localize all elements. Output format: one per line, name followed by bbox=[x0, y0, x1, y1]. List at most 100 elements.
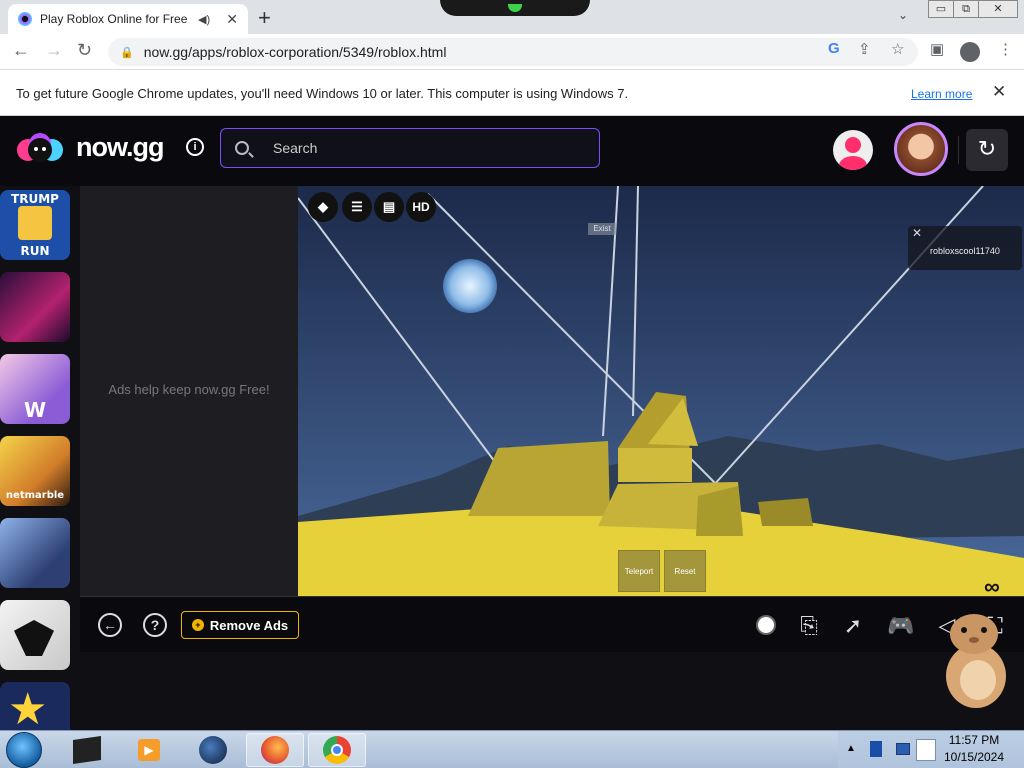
exist-chip: Exist bbox=[588, 223, 616, 235]
game-tile-warrior[interactable] bbox=[0, 518, 70, 588]
page-background bbox=[80, 652, 1024, 730]
cursor-settings-icon[interactable]: ➚ bbox=[838, 611, 868, 641]
ninja-silhouette-icon bbox=[14, 620, 54, 656]
action-center-icon[interactable] bbox=[916, 739, 936, 761]
remove-ads-button[interactable]: + Remove Ads bbox=[181, 611, 299, 639]
search-icon bbox=[235, 141, 249, 155]
teleport-button[interactable]: Teleport bbox=[618, 550, 660, 592]
remove-ads-label: Remove Ads bbox=[209, 617, 289, 633]
ad-message: Ads help keep now.gg Free! bbox=[108, 382, 270, 397]
user-silhouette-icon bbox=[839, 137, 867, 170]
profile-avatar[interactable] bbox=[894, 122, 948, 176]
google-g-icon[interactable]: G bbox=[828, 40, 840, 57]
tab-close-icon[interactable]: ✕ bbox=[226, 11, 238, 28]
reset-button[interactable]: Reset bbox=[664, 550, 706, 592]
header-divider bbox=[958, 136, 959, 164]
taskbar-app-media[interactable] bbox=[58, 733, 116, 767]
player-list-close-icon[interactable]: ✕ bbox=[912, 226, 922, 240]
url-text[interactable]: now.gg/apps/roblox-corporation/5349/robl… bbox=[144, 44, 447, 60]
hd-button[interactable]: HD bbox=[406, 192, 436, 222]
search-box[interactable] bbox=[220, 128, 600, 168]
game-viewport[interactable]: ◆ ☰ ▤ HD Exist ✕ robloxscool11740 Telepo… bbox=[298, 186, 1024, 596]
tray-expand-icon[interactable]: ▲ bbox=[846, 743, 856, 754]
help-icon[interactable]: ? bbox=[143, 613, 167, 637]
learn-more-link[interactable]: Learn more bbox=[911, 87, 972, 101]
minimize-button[interactable]: ▭ bbox=[928, 0, 954, 18]
share-icon[interactable]: ⇪ bbox=[858, 40, 871, 58]
game-tile-trump-run[interactable]: TRUMP RUN bbox=[0, 190, 70, 260]
chat-icon[interactable]: ▤ bbox=[374, 192, 404, 222]
w-badge: W bbox=[23, 398, 47, 422]
search-input[interactable] bbox=[273, 140, 573, 156]
roblox-menu-button[interactable]: ◆ bbox=[308, 192, 338, 222]
now-gg-header: now.gg i ↻ bbox=[0, 116, 1024, 186]
hamburger-menu-icon[interactable]: ☰ bbox=[342, 192, 372, 222]
game-tile-anime-girl[interactable] bbox=[0, 272, 70, 342]
firefox-icon bbox=[261, 736, 289, 764]
browser-tab-strip: Play Roblox Online for Free o ◀) ✕ + ⌄ ▭… bbox=[0, 0, 1024, 34]
profile-icon[interactable] bbox=[960, 42, 980, 62]
hamster-sticker-icon bbox=[946, 614, 1006, 708]
taskbar-app-firefox[interactable] bbox=[246, 733, 304, 767]
ad-panel: Ads help keep now.gg Free! bbox=[80, 186, 298, 596]
now-gg-logo-icon[interactable] bbox=[16, 130, 64, 166]
player-list: ✕ robloxscool11740 bbox=[908, 226, 1022, 270]
netmarble-label: netmarble bbox=[5, 490, 65, 501]
gamepad-icon[interactable]: 🎮 bbox=[886, 611, 916, 641]
clock-date[interactable]: 10/15/2024 bbox=[940, 750, 1008, 764]
close-window-button[interactable]: ✕ bbox=[978, 0, 1018, 18]
media-player-icon: ▶ bbox=[138, 739, 160, 761]
address-row: ← → ↻ 🔒 now.gg/apps/roblox-corporation/5… bbox=[0, 34, 1024, 70]
new-tab-button[interactable]: + bbox=[258, 5, 271, 31]
refresh-button[interactable]: ↻ bbox=[966, 129, 1008, 171]
network-icon[interactable] bbox=[896, 743, 910, 755]
windows-taskbar: ▶ ▲ bbox=[0, 730, 1024, 768]
top-notch bbox=[440, 0, 590, 16]
trump-character-icon bbox=[18, 206, 52, 240]
clock-time[interactable]: 11:57 PM bbox=[944, 733, 1004, 747]
taskbar-app-globe[interactable] bbox=[184, 733, 242, 767]
now-gg-favicon-icon bbox=[18, 12, 32, 26]
side-panel-icon[interactable]: ▣ bbox=[930, 40, 944, 58]
game-tile-netmarble[interactable]: netmarble bbox=[0, 436, 70, 506]
notch-indicator bbox=[508, 4, 522, 12]
control-bar: ← ? + Remove Ads ⎘ ➚ 🎮 ◁ ⛶ bbox=[80, 596, 1024, 652]
update-infobar: To get future Google Chrome updates, you… bbox=[0, 70, 1024, 116]
infobar-close-icon[interactable]: ✕ bbox=[992, 82, 1006, 102]
screenshot-icon[interactable]: ⎘ bbox=[794, 611, 824, 641]
record-icon[interactable] bbox=[756, 615, 776, 635]
restore-button[interactable]: ⧉ bbox=[953, 0, 979, 18]
back-arrow-icon[interactable]: ← bbox=[12, 40, 30, 61]
speaker-icon[interactable]: ◀) bbox=[198, 13, 210, 26]
reload-icon[interactable]: ↻ bbox=[77, 40, 92, 61]
game-rail: TRUMP RUN W netmarble ★ bbox=[0, 186, 72, 752]
tab-title: Play Roblox Online for Free o bbox=[40, 12, 190, 26]
browser-tab[interactable]: Play Roblox Online for Free o ◀) ✕ bbox=[8, 4, 248, 34]
game-tile-ninja[interactable] bbox=[0, 600, 70, 670]
tab-search-icon[interactable]: ⌄ bbox=[898, 8, 908, 22]
coin-icon: + bbox=[191, 619, 204, 631]
taskbar-app-player[interactable]: ▶ bbox=[120, 733, 178, 767]
forward-arrow-icon[interactable]: → bbox=[45, 40, 63, 61]
infobar-message: To get future Google Chrome updates, you… bbox=[16, 86, 629, 101]
kebab-menu-icon[interactable]: ⋮ bbox=[998, 40, 1013, 58]
tray-app-icon[interactable] bbox=[870, 741, 882, 757]
media-box-icon bbox=[73, 736, 101, 764]
chrome-icon bbox=[323, 736, 351, 764]
lock-icon[interactable]: 🔒 bbox=[120, 46, 134, 59]
address-bar[interactable]: 🔒 now.gg/apps/roblox-corporation/5349/ro… bbox=[108, 38, 918, 66]
start-button[interactable] bbox=[6, 732, 42, 768]
infinity-icon: ∞ bbox=[984, 574, 1000, 596]
globe-icon bbox=[199, 736, 227, 764]
taskbar-app-chrome[interactable] bbox=[308, 733, 366, 767]
info-icon[interactable]: i bbox=[186, 138, 204, 156]
now-gg-wordmark[interactable]: now.gg bbox=[76, 132, 164, 163]
star-icon: ★ bbox=[8, 685, 48, 734]
user-avatar[interactable] bbox=[833, 130, 873, 170]
bookmark-star-icon[interactable]: ☆ bbox=[891, 40, 904, 58]
back-arrow-icon[interactable]: ← bbox=[98, 613, 122, 637]
chrome-center bbox=[331, 744, 343, 756]
player-name[interactable]: robloxscool11740 bbox=[930, 246, 1000, 256]
tile-label-bottom: RUN bbox=[20, 244, 50, 258]
game-tile-w-girl[interactable]: W bbox=[0, 354, 70, 424]
